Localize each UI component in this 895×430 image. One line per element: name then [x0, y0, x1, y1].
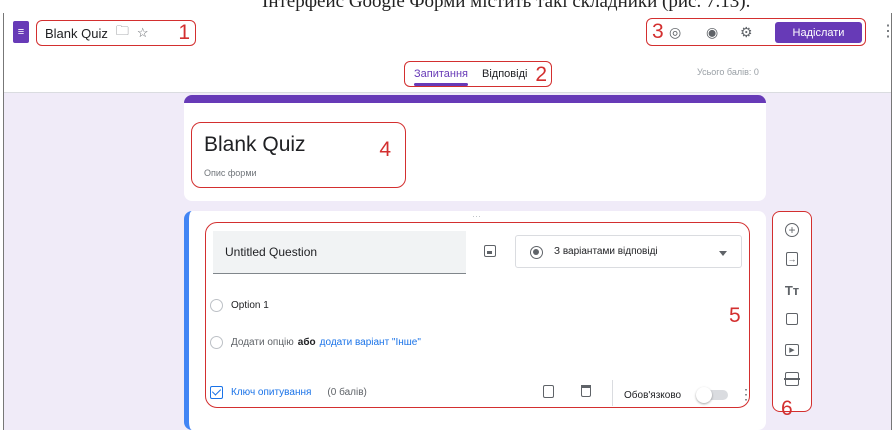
- caption-text: Інтерфейс Google Форми містить такі скла…: [262, 0, 751, 12]
- radio-icon: [530, 246, 543, 259]
- question-type-label: З варіантами відповіді: [554, 246, 658, 257]
- trash-icon[interactable]: [581, 385, 591, 397]
- form-title-box: Blank Quiz Опис форми 4: [191, 122, 406, 188]
- tab-responses[interactable]: Відповіді: [482, 68, 527, 80]
- document-title[interactable]: Blank Quiz: [45, 26, 108, 41]
- divider: [612, 380, 613, 406]
- add-circle-icon[interactable]: +: [785, 223, 799, 237]
- annotation-number-6: 6: [781, 397, 793, 420]
- annotation-number-5: 5: [729, 304, 741, 327]
- top-bar: ≡ Blank Quiz 🗀 ☆ 1 3 ◎ ◉ ⚙ Надіслати ⋮ З…: [4, 13, 891, 93]
- annotation-number-2: 2: [535, 63, 547, 86]
- add-option-button[interactable]: Додати опцію: [231, 337, 294, 348]
- form-description[interactable]: Опис форми: [204, 168, 257, 178]
- image-icon[interactable]: [786, 313, 798, 325]
- forms-window: ≡ Blank Quiz 🗀 ☆ 1 3 ◎ ◉ ⚙ Надіслати ⋮ З…: [3, 13, 892, 430]
- question-title-field[interactable]: Untitled Question: [213, 231, 466, 274]
- caption-strip: Інтерфейс Google Форми містить такі скла…: [0, 0, 895, 14]
- drag-handle-icon[interactable]: ⋯: [472, 211, 482, 222]
- side-toolbar: + → Tт ▶: [772, 211, 812, 412]
- import-icon[interactable]: →: [786, 252, 798, 266]
- forms-logo-icon[interactable]: ≡: [13, 21, 29, 43]
- eye-icon[interactable]: ◉: [706, 24, 718, 41]
- add-option-row: Додати опцію або додати варіант "Інше": [210, 336, 421, 349]
- question-card[interactable]: ⋯ Untitled Question З варіантами відпові…: [184, 211, 766, 430]
- option-row: Option 1: [210, 299, 269, 312]
- question-editor: Untitled Question З варіантами відповіді…: [205, 222, 753, 408]
- section-icon[interactable]: [784, 372, 800, 386]
- more-vert-icon[interactable]: ⋮: [739, 386, 753, 403]
- required-toggle[interactable]: [696, 387, 728, 403]
- settings-icon[interactable]: ⚙: [740, 24, 753, 41]
- points-label: (0 балів): [327, 387, 367, 398]
- required-label: Обов'язково: [624, 390, 682, 401]
- palette-icon[interactable]: ◎: [669, 24, 681, 41]
- tabs-area: Запитання Відповіді 2: [404, 61, 552, 87]
- radio-empty-icon: [210, 299, 223, 312]
- checkbox-icon: [210, 386, 223, 399]
- send-button[interactable]: Надіслати: [775, 22, 862, 43]
- annotation-number-3: 3: [652, 20, 664, 43]
- more-vert-icon[interactable]: ⋮: [880, 21, 891, 41]
- radio-empty-icon: [210, 336, 223, 349]
- tab-questions[interactable]: Запитання: [414, 68, 469, 86]
- title-area: Blank Quiz 🗀 ☆ 1: [36, 20, 196, 46]
- option-label[interactable]: Option 1: [231, 300, 269, 311]
- annotation-number-4: 4: [379, 138, 391, 161]
- copy-icon[interactable]: [543, 385, 554, 398]
- chevron-down-icon: [719, 251, 727, 256]
- title-icon[interactable]: Tт: [784, 282, 800, 298]
- actions-area: 3 ◎ ◉ ⚙ Надіслати: [646, 18, 866, 46]
- star-icon[interactable]: ☆: [137, 25, 149, 41]
- form-header-card: Blank Quiz Опис форми 4: [184, 95, 766, 201]
- answer-key-label: Ключ опитування: [231, 387, 312, 398]
- or-word: або: [297, 337, 316, 348]
- total-points: Усього балів: 0: [697, 67, 759, 77]
- video-icon[interactable]: ▶: [785, 344, 799, 356]
- folder-icon[interactable]: 🗀: [116, 22, 129, 44]
- form-title[interactable]: Blank Quiz: [204, 133, 306, 157]
- image-icon[interactable]: [484, 245, 496, 257]
- answer-key-button[interactable]: Ключ опитування (0 балів): [210, 386, 367, 399]
- question-type-dropdown[interactable]: З варіантами відповіді: [515, 235, 742, 268]
- add-other-link[interactable]: додати варіант "Інше": [320, 337, 421, 348]
- annotation-number-1: 1: [178, 21, 190, 44]
